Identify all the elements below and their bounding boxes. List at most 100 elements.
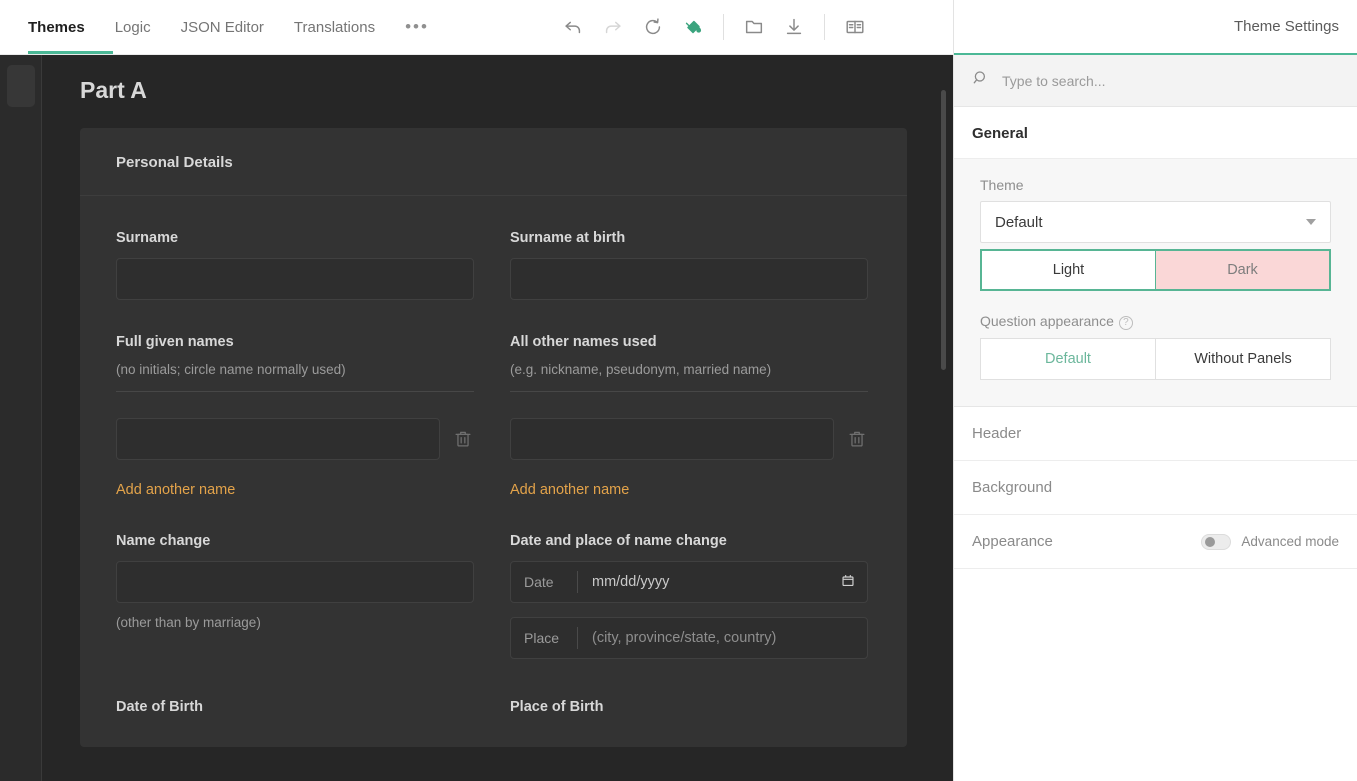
- section-background-row[interactable]: Background: [954, 461, 1357, 515]
- search-icon: [972, 69, 990, 92]
- tab-logic[interactable]: Logic: [115, 0, 151, 54]
- place-input[interactable]: (city, province/state, country): [578, 630, 867, 646]
- date-row[interactable]: Date mm/dd/yyyy: [510, 561, 868, 603]
- creator-body: Part A Personal Details Surname Surname …: [0, 55, 953, 781]
- dynamic-panel-row: [116, 418, 474, 460]
- open-folder-icon[interactable]: [734, 7, 774, 47]
- survey-creator: Themes Logic JSON Editor Translations ••…: [0, 0, 953, 781]
- trash-icon[interactable]: [846, 427, 868, 451]
- question-all-other-names[interactable]: All other names used (e.g. nickname, pse…: [510, 334, 868, 499]
- divider: [116, 391, 474, 392]
- question-description: (other than by marriage): [116, 615, 261, 630]
- question-title: Name change: [116, 533, 211, 549]
- chevron-down-icon: [1306, 219, 1316, 225]
- settings-search-bar[interactable]: [954, 55, 1357, 107]
- question-title: Surname at birth: [510, 230, 626, 246]
- section-header-label: Header: [972, 425, 1022, 442]
- add-another-name-link[interactable]: Add another name: [510, 482, 629, 498]
- theme-settings-header: Theme Settings: [954, 0, 1357, 55]
- redo-icon: [593, 7, 633, 47]
- full-given-names-input[interactable]: [116, 418, 440, 460]
- tab-translations-label: Translations: [293, 18, 376, 36]
- row-spacer: [116, 300, 871, 334]
- question-date-place-name-change[interactable]: Date and place of name change Date mm/dd…: [510, 533, 868, 673]
- help-icon[interactable]: ?: [1118, 316, 1133, 330]
- tab-logic-label: Logic: [114, 18, 151, 36]
- question-row-name-change: Name change (other than by marriage) Dat…: [116, 533, 871, 673]
- question-title: Date of Birth: [116, 699, 203, 715]
- question-appearance-label-text: Question appearance: [980, 313, 1114, 329]
- question-row-birth: Date of Birth Place of Birth: [116, 699, 871, 727]
- panel-header: Personal Details: [80, 128, 907, 196]
- question-date-of-birth[interactable]: Date of Birth: [116, 699, 474, 727]
- section-appearance-row[interactable]: Appearance Advanced mode: [954, 515, 1357, 569]
- question-title: Place of Birth: [510, 699, 604, 715]
- calendar-icon[interactable]: [841, 573, 855, 592]
- theme-settings-panel: Theme Settings General Theme Default Lig…: [953, 0, 1357, 781]
- panel-title: Personal Details: [116, 154, 233, 171]
- question-title: Surname: [116, 230, 179, 246]
- design-surface-scrollbar[interactable]: [941, 90, 946, 370]
- all-other-names-input[interactable]: [510, 418, 834, 460]
- app-root: Themes Logic JSON Editor Translations ••…: [0, 0, 1357, 781]
- toolbar-separator-2: [823, 14, 825, 40]
- undo-icon[interactable]: [553, 7, 593, 47]
- dynamic-panel-row: [510, 418, 868, 460]
- creator-tabs: Themes Logic JSON Editor Translations ••…: [0, 0, 453, 54]
- question-row-given-names: Full given names (no initials; circle na…: [116, 334, 871, 499]
- theme-mode-light-button[interactable]: Light: [982, 251, 1155, 289]
- tab-themes[interactable]: Themes: [28, 0, 85, 54]
- theme-fill-icon[interactable]: [673, 7, 713, 47]
- tab-translations[interactable]: Translations: [294, 0, 375, 54]
- advanced-mode-label: Advanced mode: [1241, 534, 1339, 549]
- toggle-knob: [1205, 536, 1216, 547]
- question-description: (no initials; circle name normally used): [116, 362, 346, 377]
- question-place-of-birth[interactable]: Place of Birth: [510, 699, 868, 727]
- download-icon[interactable]: [774, 7, 814, 47]
- question-full-given-names[interactable]: Full given names (no initials; circle na…: [116, 334, 474, 499]
- surname-input[interactable]: [116, 258, 474, 300]
- place-row[interactable]: Place (city, province/state, country): [510, 617, 868, 659]
- question-appearance-group: Default Without Panels: [980, 338, 1331, 380]
- creator-toolbar: [553, 7, 875, 47]
- question-title: All other names used: [510, 334, 657, 350]
- surname-at-birth-input[interactable]: [510, 258, 868, 300]
- theme-select[interactable]: Default: [980, 201, 1331, 243]
- date-placeholder: mm/dd/yyyy: [592, 574, 670, 590]
- survey-panel[interactable]: Personal Details Surname Surname at birt…: [80, 128, 907, 747]
- search-input[interactable]: [1002, 72, 1339, 89]
- row-spacer: [116, 499, 871, 533]
- section-appearance-label: Appearance: [972, 533, 1053, 550]
- preview-book-icon[interactable]: [835, 7, 875, 47]
- question-title: Full given names: [116, 334, 234, 350]
- section-general-body: Theme Default Light Dark Question appear…: [954, 159, 1357, 407]
- add-another-name-link[interactable]: Add another name: [116, 482, 235, 498]
- trash-icon[interactable]: [452, 427, 474, 451]
- theme-mode-toggle-group: Light Dark: [980, 249, 1331, 291]
- divider: [510, 391, 868, 392]
- tab-themes-label: Themes: [28, 18, 85, 36]
- section-header-row[interactable]: Header: [954, 407, 1357, 461]
- tab-json-editor[interactable]: JSON Editor: [181, 0, 264, 54]
- tab-json-editor-label: JSON Editor: [180, 18, 264, 36]
- question-description: (e.g. nickname, pseudonym, married name): [510, 362, 772, 377]
- date-row-label: Date: [524, 574, 554, 590]
- appearance-without-panels-button[interactable]: Without Panels: [1156, 338, 1331, 380]
- question-surname[interactable]: Surname: [116, 230, 474, 300]
- theme-settings-title: Theme Settings: [1233, 18, 1339, 35]
- appearance-default-button[interactable]: Default: [980, 338, 1156, 380]
- row-spacer: [116, 673, 871, 699]
- question-name-change[interactable]: Name change (other than by marriage): [116, 533, 474, 673]
- toolbar-separator-1: [722, 14, 724, 40]
- toolbox-toggle-button[interactable]: [6, 65, 35, 107]
- reset-icon[interactable]: [633, 7, 673, 47]
- advanced-mode-toggle[interactable]: [1201, 533, 1232, 550]
- theme-mode-dark-button[interactable]: Dark: [1155, 251, 1329, 289]
- more-tabs-icon[interactable]: •••: [405, 17, 429, 37]
- section-general-header[interactable]: General: [954, 107, 1357, 159]
- place-row-label: Place: [524, 630, 560, 646]
- panel-body: Surname Surname at birth Full given name…: [80, 196, 907, 747]
- name-change-input[interactable]: [116, 561, 474, 603]
- date-input[interactable]: mm/dd/yyyy: [578, 573, 867, 592]
- question-surname-at-birth[interactable]: Surname at birth: [510, 230, 868, 300]
